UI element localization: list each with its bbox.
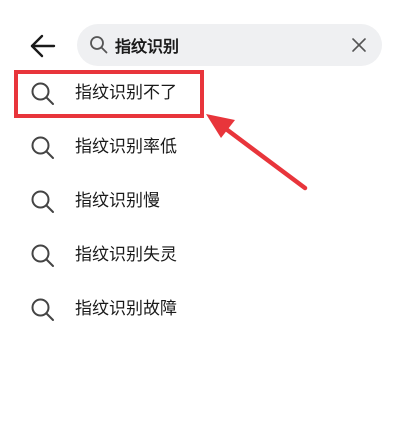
- search-icon: [31, 136, 54, 159]
- back-arrow-icon[interactable]: [24, 28, 60, 64]
- search-icon: [31, 82, 54, 105]
- top-bar: [0, 0, 404, 66]
- close-icon[interactable]: [350, 36, 368, 54]
- search-box[interactable]: [77, 24, 382, 66]
- search-icon: [31, 298, 54, 321]
- search-icon: [31, 244, 54, 267]
- suggestion-label: 指纹识别失灵: [75, 245, 177, 265]
- suggestion-label: 指纹识别率低: [75, 137, 177, 157]
- suggestion-list: 指纹识别不了 指纹识别率低 指纹识别慢 指纹识别失灵 指纹识别故障: [0, 66, 404, 336]
- suggestion-item[interactable]: 指纹识别失灵: [0, 228, 404, 282]
- suggestion-label: 指纹识别慢: [75, 191, 160, 211]
- suggestion-label: 指纹识别不了: [75, 83, 177, 103]
- suggestion-label: 指纹识别故障: [75, 299, 177, 319]
- search-input[interactable]: [115, 30, 335, 60]
- suggestion-item[interactable]: 指纹识别慢: [0, 174, 404, 228]
- search-icon: [31, 190, 54, 213]
- suggestion-item[interactable]: 指纹识别率低: [0, 120, 404, 174]
- search-icon: [90, 36, 108, 54]
- suggestion-item[interactable]: 指纹识别不了: [0, 66, 404, 120]
- suggestion-item[interactable]: 指纹识别故障: [0, 282, 404, 336]
